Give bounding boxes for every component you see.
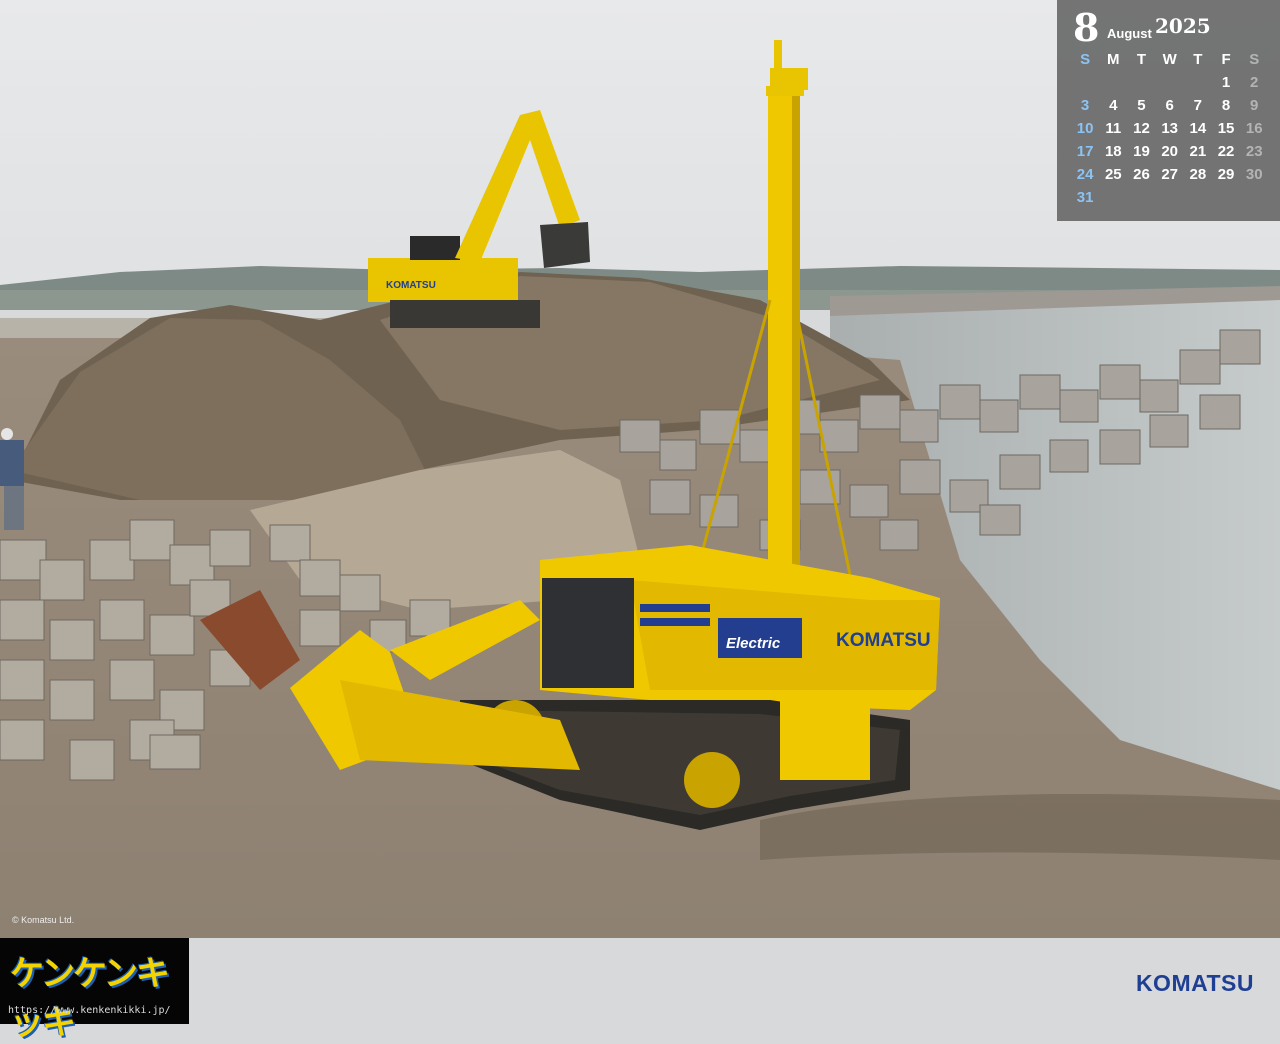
calendar-day: 1 (1221, 74, 1231, 91)
calendar-day: 3 (1080, 97, 1090, 114)
dozer-brand: KOMATSU (836, 630, 931, 651)
month-number: 8 (1073, 5, 1100, 50)
calendar-day: 6 (1165, 97, 1174, 114)
weekday-header: T (1193, 51, 1203, 68)
year: 2025 (1155, 14, 1211, 38)
calendar-widget: 8 August 2025 S M T W T F S 1 2 3 4 5 6 7 8 9 10 11 12 13 14… (1057, 0, 1280, 221)
calendar-day: 18 (1104, 143, 1122, 160)
calendar-day: 14 (1189, 120, 1207, 137)
calendar-day: 7 (1193, 97, 1203, 114)
calendar-day: 15 (1217, 120, 1235, 137)
calendar-day: 26 (1133, 166, 1150, 183)
calendar-day: 9 (1250, 97, 1259, 114)
calendar-day (1184, 186, 1212, 209)
calendar-day: 5 (1137, 97, 1146, 114)
calendar-day (1156, 71, 1184, 94)
weekday-header: M (1107, 51, 1120, 68)
weekday-header: W (1162, 51, 1177, 68)
calendar-day: 20 (1161, 143, 1178, 160)
calendar-day (1071, 71, 1099, 94)
calendar-day: 22 (1217, 143, 1235, 160)
calendar-day: 4 (1109, 97, 1118, 114)
calendar-day: 24 (1076, 166, 1094, 183)
calendar-day (1156, 186, 1184, 209)
calendar-day: 28 (1189, 166, 1207, 183)
calendar-day: 17 (1076, 143, 1094, 160)
copyright-notice: © Komatsu Ltd. (12, 915, 75, 925)
excavator-brand: KOMATSU (386, 280, 436, 291)
kenkenkikki-logo[interactable]: ケンケンキッキ https://www.kenkenkikki.jp/ (0, 938, 189, 1043)
calendar-day: 19 (1133, 143, 1150, 160)
weekday-header: S (1080, 51, 1091, 68)
calendar-day (1212, 186, 1240, 209)
calendar-day: 27 (1161, 166, 1178, 183)
calendar-grid: S M T W T F S 1 2 3 4 5 6 7 8 9 10 11 12 13 14 15 16 17 18 19 20 21… (1071, 48, 1277, 209)
calendar-day: 12 (1133, 120, 1150, 137)
calendar-day: 13 (1161, 120, 1178, 137)
calendar-day: 23 (1245, 143, 1263, 160)
calendar-day: 10 (1076, 120, 1094, 137)
calendar-day: 29 (1217, 166, 1235, 183)
calendar-day: 8 (1221, 97, 1231, 114)
calendar-day (1127, 186, 1155, 209)
komatsu-logo: KOMATSU (1135, 970, 1254, 996)
calendar-day: 25 (1104, 166, 1122, 183)
month-name: August (1107, 26, 1152, 41)
weekday-header: F (1221, 51, 1231, 68)
weekday-header: T (1136, 51, 1147, 68)
calendar-day: 11 (1105, 120, 1122, 137)
calendar-day (1099, 71, 1127, 94)
calendar-day: 2 (1250, 74, 1259, 91)
logo-url: https://www.kenkenkikki.jp/ (8, 1005, 171, 1016)
logo-text: ケンケンキッキ (10, 954, 170, 1043)
calendar-day: 16 (1245, 120, 1263, 137)
calendar-day (1127, 71, 1155, 94)
weekday-header: S (1249, 51, 1260, 68)
calendar-day: 31 (1076, 189, 1094, 206)
calendar-day (1184, 71, 1212, 94)
footer-bar: ケンケンキッキ https://www.kenkenkikki.jp/ KOMA… (0, 938, 1280, 1043)
calendar-day (1099, 186, 1127, 209)
calendar-day (1240, 186, 1268, 209)
electric-badge: Electric (726, 635, 781, 652)
calendar-day: 21 (1189, 143, 1207, 160)
calendar-day: 30 (1245, 166, 1263, 183)
calendar-header: 8 August 2025 (1073, 8, 1273, 48)
